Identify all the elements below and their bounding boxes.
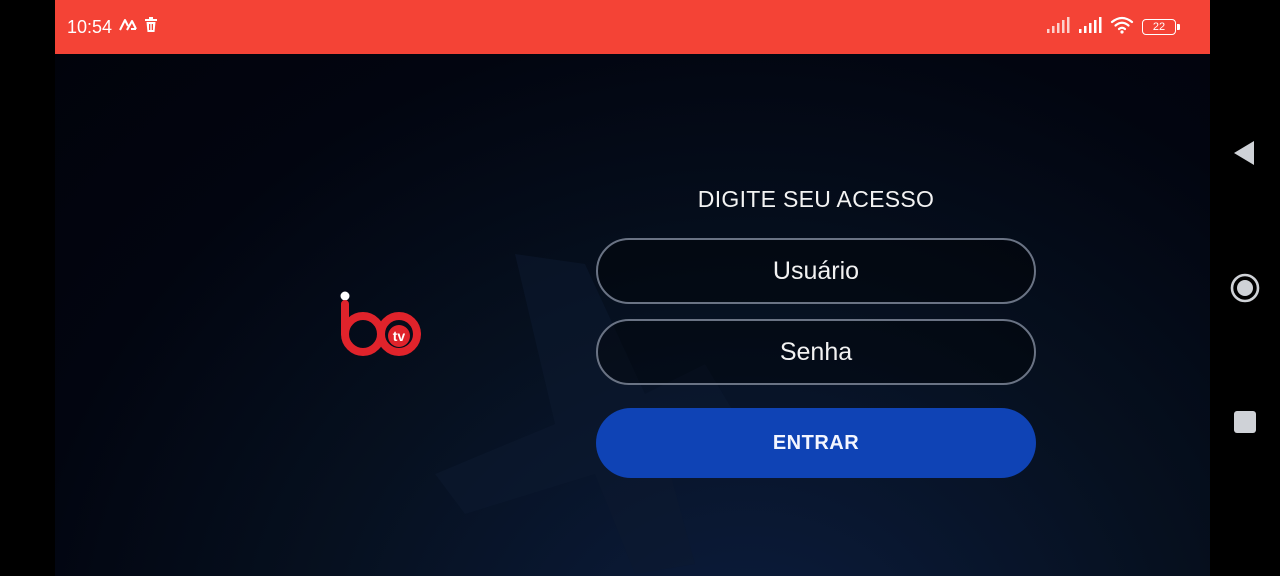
password-field[interactable] xyxy=(596,319,1036,385)
wifi-icon xyxy=(1110,16,1134,39)
trash-icon xyxy=(144,16,158,38)
ibo-tv-logo: tv xyxy=(337,290,421,365)
clock: 10:54 xyxy=(67,16,113,37)
username-field[interactable] xyxy=(596,238,1036,304)
app-content: tv DIGITE SEU ACESSO ENTRAR xyxy=(55,54,1210,576)
login-title: DIGITE SEU ACESSO xyxy=(697,186,935,212)
signal-icon xyxy=(1046,16,1070,38)
recents-icon[interactable] xyxy=(1225,402,1265,442)
login-button[interactable]: ENTRAR xyxy=(596,408,1036,478)
back-icon[interactable] xyxy=(1225,133,1265,173)
device-screen: 10:54 22 tv DIGITE SEU ACESSO Usuário EN… xyxy=(0,0,1280,576)
battery-level: 22 xyxy=(1152,21,1166,33)
status-left: 10:54 xyxy=(67,0,158,54)
logo-text: tv xyxy=(393,328,406,344)
sync-icon xyxy=(118,17,138,38)
status-right: 22 xyxy=(1046,0,1180,54)
status-bar: 10:54 22 xyxy=(55,0,1210,54)
navigation-bar xyxy=(1210,0,1280,576)
signal-icon xyxy=(1078,16,1102,38)
home-icon[interactable] xyxy=(1225,268,1265,308)
battery-icon: 22 xyxy=(1142,19,1180,35)
